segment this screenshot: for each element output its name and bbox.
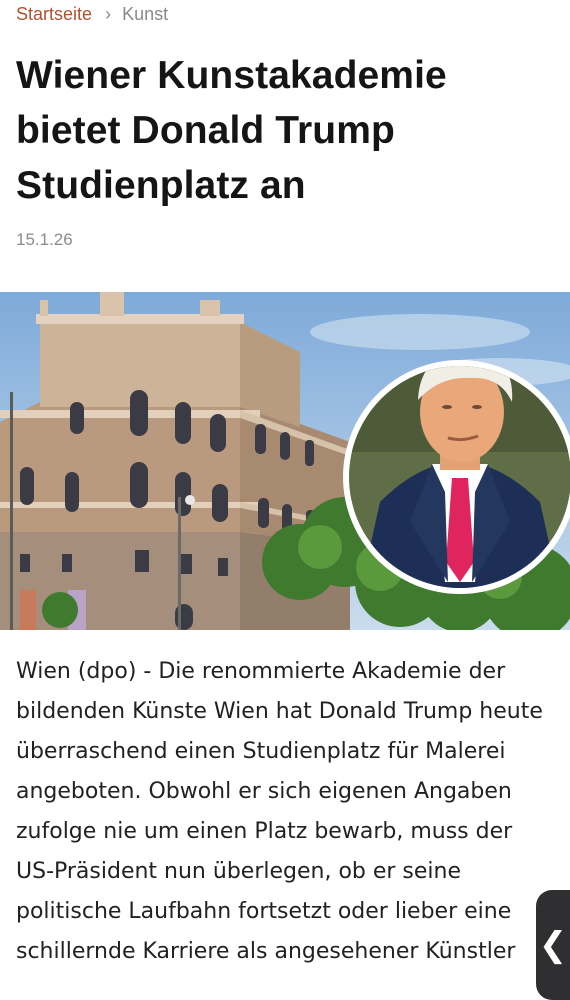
hero-illustration (0, 292, 570, 630)
content-fade (0, 960, 570, 1000)
breadcrumb-separator-icon: › (105, 4, 112, 24)
breadcrumb: Startseite › Kunst (16, 4, 168, 24)
article-body: Wien (dpo) - Die renommierte Akademie de… (16, 659, 543, 964)
chevron-left-icon: ❮ (538, 925, 568, 965)
breadcrumb-current-link[interactable]: Kunst (122, 4, 168, 24)
breadcrumb-home-link[interactable]: Startseite (16, 4, 92, 24)
back-tab-button[interactable]: ❮ (536, 890, 570, 1000)
article-hero-image (0, 292, 570, 630)
article-date: 15.1.26 (16, 230, 73, 249)
article-title: Wiener Kunstakademie bietet Donald Trump… (16, 54, 447, 207)
